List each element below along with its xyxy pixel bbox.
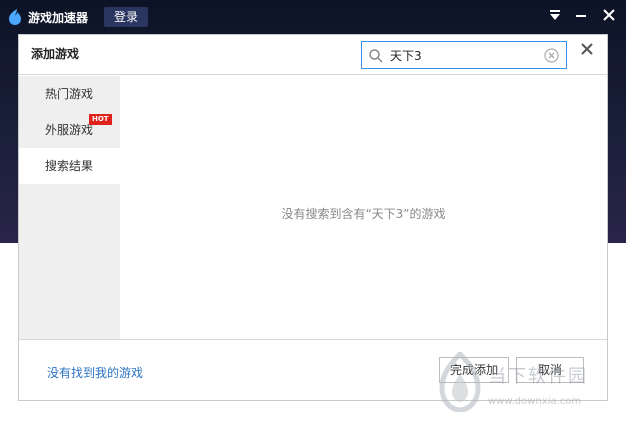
category-sidebar: 热门游戏 外服游戏 HOT 搜索结果 (19, 76, 120, 339)
sidebar-item-label: 外服游戏 (45, 123, 94, 137)
dialog-header: 添加游戏 (19, 35, 607, 75)
app-title: 游戏加速器 (28, 11, 89, 25)
watermark-logo-icon (439, 352, 481, 412)
sidebar-item-overseas[interactable]: 外服游戏 HOT (19, 112, 120, 148)
search-icon (369, 49, 383, 63)
search-input[interactable] (390, 46, 540, 64)
login-button[interactable]: 登录 (104, 7, 148, 27)
minimize-icon[interactable] (572, 6, 590, 24)
watermark-title: 当下软件园 (488, 366, 588, 387)
results-panel: 没有搜索到含有“天下3”的游戏 (120, 76, 607, 339)
dialog-close-icon[interactable] (579, 41, 595, 57)
menu-dropdown-icon[interactable] (546, 6, 564, 24)
sidebar-item-popular[interactable]: 热门游戏 (19, 76, 120, 112)
game-not-found-link[interactable]: 没有找到我的游戏 (47, 364, 143, 381)
sidebar-item-label: 搜索结果 (45, 159, 94, 173)
dialog-title: 添加游戏 (31, 47, 80, 61)
hot-badge: HOT (89, 114, 112, 125)
add-game-dialog: 添加游戏 热门游戏 外服游戏 HOT 搜索结果 没有搜索到含 (18, 34, 608, 401)
search-box[interactable] (361, 41, 567, 69)
window-close-icon[interactable] (600, 6, 618, 24)
title-bar: 游戏加速器 登录 (0, 0, 626, 34)
sidebar-item-search-results[interactable]: 搜索结果 (19, 148, 120, 184)
clear-search-icon[interactable] (544, 48, 559, 63)
sidebar-item-label: 热门游戏 (45, 87, 94, 101)
empty-results-message: 没有搜索到含有“天下3”的游戏 (281, 207, 446, 221)
app-logo-icon (9, 9, 21, 25)
watermark: 当下软件园 www.downxia.com (438, 352, 608, 418)
watermark-url: www.downxia.com (488, 396, 582, 407)
